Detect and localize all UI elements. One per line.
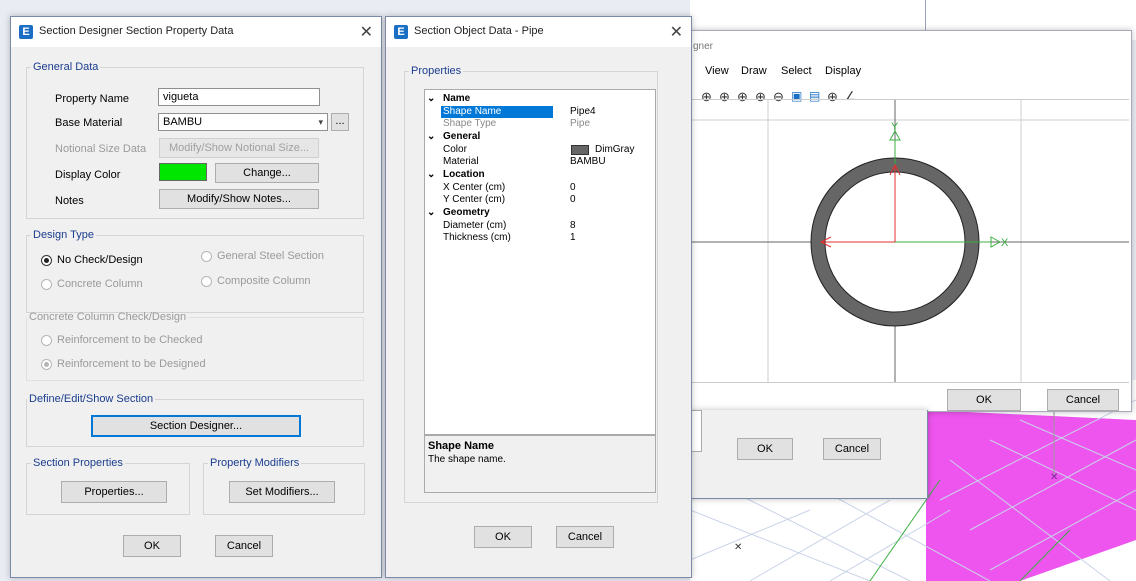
no-check-design-label: No Check/Design: [57, 254, 143, 266]
section-object-title: Section Object Data - Pipe: [414, 25, 544, 37]
menu-draw[interactable]: Draw: [741, 65, 767, 77]
description-panel: Shape Name The shape name.: [424, 435, 656, 493]
pink-area-object: [926, 410, 1136, 581]
modify-notes-button[interactable]: Modify/Show Notes...: [159, 189, 319, 209]
description-title: Shape Name: [428, 440, 495, 452]
category-geometry[interactable]: ⌄ Geometry: [425, 207, 655, 219]
composite-column-radio[interactable]: [201, 276, 212, 287]
behind-ok-button[interactable]: OK: [737, 438, 793, 460]
menu-view[interactable]: View: [705, 65, 729, 77]
base-material-select[interactable]: BAMBU ▾: [158, 113, 328, 131]
concrete-check-group: Concrete Column Check/Design: [26, 311, 364, 381]
property-grid[interactable]: ⌄ Name Shape Name Pipe4 Shape Type Pipe …: [424, 89, 656, 435]
chevron-down-icon: ⌄: [427, 169, 436, 180]
row-x-center[interactable]: X Center (cm) 0: [425, 182, 655, 194]
menu-display[interactable]: Display: [825, 65, 861, 77]
property-name-label: Property Name: [55, 93, 129, 105]
row-y-center[interactable]: Y Center (cm) 0: [425, 194, 655, 206]
chevron-down-icon: ⌄: [427, 93, 436, 104]
description-text: The shape name.: [428, 454, 506, 465]
designer-menubar: View Draw Select Display: [691, 65, 1131, 81]
composite-column-label: Composite Column: [217, 275, 311, 287]
set-modifiers-button[interactable]: Set Modifiers...: [229, 481, 335, 503]
designer-drawing-svg: X Y: [691, 100, 1129, 382]
etabs-app-icon: E: [394, 25, 408, 39]
color-swatch: [571, 145, 589, 155]
concrete-column-label: Concrete Column: [57, 278, 143, 290]
dialog2-ok-button[interactable]: OK: [474, 526, 532, 548]
close-icon[interactable]: ✕: [670, 22, 683, 42]
concrete-check-legend: Concrete Column Check/Design: [29, 311, 187, 323]
row-material[interactable]: Material BAMBU: [425, 156, 655, 168]
close-icon[interactable]: ✕: [360, 22, 373, 42]
concrete-column-radio[interactable]: [41, 279, 52, 290]
display-color-swatch[interactable]: [159, 163, 207, 181]
section-property-title: Section Designer Section Property Data: [39, 25, 234, 37]
section-designer-window: gner View Draw Select Display ⊕ ⊕ ⊕ ⊕ ⊖ …: [690, 30, 1132, 412]
designer-cancel-button[interactable]: Cancel: [1047, 389, 1119, 411]
behind-cancel-button[interactable]: Cancel: [823, 438, 881, 460]
etabs-app-icon: E: [19, 25, 33, 39]
change-color-button[interactable]: Change...: [215, 163, 319, 183]
row-shape-name[interactable]: Shape Name Pipe4: [425, 106, 655, 118]
section-object-titlebar[interactable]: E Section Object Data - Pipe ✕: [386, 17, 691, 47]
designer-ok-button[interactable]: OK: [947, 389, 1021, 411]
chevron-down-icon: ⌄: [427, 207, 436, 218]
reinforcement-checked-radio[interactable]: [41, 335, 52, 346]
section-designer-button[interactable]: Section Designer...: [91, 415, 301, 437]
properties-legend: Properties: [411, 65, 462, 77]
row-shape-type: Shape Type Pipe: [443, 118, 591, 129]
reinforcement-checked-label: Reinforcement to be Checked: [57, 334, 203, 346]
category-general[interactable]: ⌄ General: [425, 131, 655, 143]
category-name[interactable]: ⌄ Name: [425, 93, 655, 105]
base-material-value: BAMBU: [163, 116, 203, 128]
display-color-label: Display Color: [55, 169, 121, 181]
chevron-down-icon: ▾: [318, 117, 323, 127]
y-axis-label: Y: [891, 121, 899, 133]
section-properties-legend: Section Properties: [33, 457, 123, 469]
property-name-input[interactable]: vigueta: [158, 88, 320, 106]
material-ellipsis-button[interactable]: ...: [331, 113, 349, 131]
color-value: DimGray: [595, 144, 635, 155]
joint-marker: ✕: [734, 542, 742, 553]
general-steel-label: General Steel Section: [217, 250, 325, 262]
reinforcement-designed-radio[interactable]: [41, 359, 52, 370]
notes-label: Notes: [55, 195, 84, 207]
no-check-design-radio[interactable]: [41, 255, 52, 266]
row-color[interactable]: Color DimGray: [425, 144, 655, 156]
joint-marker: ✕: [1050, 472, 1058, 483]
category-location[interactable]: ⌄ Location: [425, 169, 655, 181]
reinforcement-designed-label: Reinforcement to be Designed: [57, 358, 206, 370]
section-property-dialog: E Section Designer Section Property Data…: [10, 16, 382, 578]
row-diameter[interactable]: Diameter (cm) 8: [425, 220, 655, 232]
row-thickness[interactable]: Thickness (cm) 1: [425, 232, 655, 244]
general-steel-radio[interactable]: [201, 251, 212, 262]
section-property-titlebar[interactable]: E Section Designer Section Property Data…: [11, 17, 381, 47]
base-material-label: Base Material: [55, 117, 123, 129]
menu-select[interactable]: Select: [781, 65, 812, 77]
dialog2-cancel-button[interactable]: Cancel: [556, 526, 614, 548]
properties-button[interactable]: Properties...: [61, 481, 167, 503]
shape-name-label: Shape Name: [441, 106, 553, 118]
notional-size-label: Notional Size Data: [55, 143, 147, 155]
designer-canvas[interactable]: X Y: [691, 99, 1129, 383]
property-modifiers-legend: Property Modifiers: [210, 457, 300, 469]
design-type-legend: Design Type: [33, 229, 94, 241]
dialog1-cancel-button[interactable]: Cancel: [215, 535, 273, 557]
section-object-dialog: E Section Object Data - Pipe ✕ Propertie…: [385, 16, 692, 578]
notional-size-button[interactable]: Modify/Show Notional Size...: [159, 138, 319, 158]
designer-title-fragment: gner: [693, 41, 714, 52]
behind-dialog: OK Cancel: [690, 410, 928, 499]
chevron-down-icon: ⌄: [427, 131, 436, 142]
shape-name-value: Pipe4: [570, 106, 596, 117]
general-data-legend: General Data: [33, 61, 99, 73]
dialog1-ok-button[interactable]: OK: [123, 535, 181, 557]
behind-dialog-panel: [691, 410, 702, 452]
x-axis-label: X: [1001, 237, 1009, 249]
define-section-legend: Define/Edit/Show Section: [29, 393, 154, 405]
design-type-group: Design Type: [26, 229, 364, 313]
